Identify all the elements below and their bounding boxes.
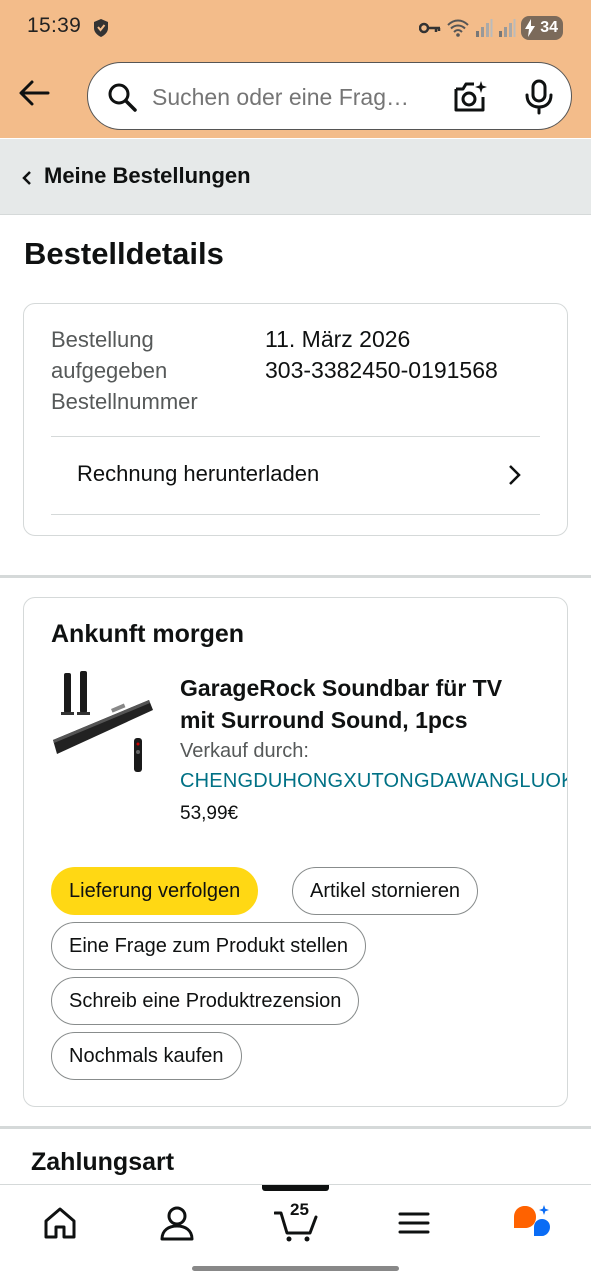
user-icon[interactable] <box>157 1203 197 1243</box>
order-placed-label: Bestellung aufgegeben Bestellnummer <box>51 324 198 417</box>
seller-link[interactable]: CHENGDUHONGXUTONGDAWANGLUOKEJI <box>180 770 567 793</box>
status-time: 15:39 <box>27 14 82 37</box>
search-input[interactable] <box>152 81 437 113</box>
ask-question-button[interactable]: Eine Frage zum Produkt stellen <box>51 922 367 970</box>
gesture-bar <box>192 1266 399 1271</box>
chevron-left-icon <box>22 171 31 185</box>
status-bar: 15:39 34 <box>0 0 591 56</box>
page-title: Bestelldetails <box>24 236 224 271</box>
order-placed-label-line2: aufgegeben <box>51 358 168 383</box>
divider <box>51 514 540 515</box>
microphone-icon[interactable] <box>522 79 556 115</box>
battery-indicator: 34 <box>521 16 563 40</box>
section-divider <box>0 1126 591 1129</box>
seller-label: Verkauf durch: <box>180 740 309 762</box>
cart-count-badge: 25 <box>290 1200 309 1219</box>
product-title[interactable]: GarageRock Soundbar für TV mit Surround … <box>180 672 540 736</box>
signal-icon-2 <box>499 19 516 37</box>
product-price: 53,99€ <box>180 803 239 824</box>
order-number: 303-3382450-0191568 <box>265 357 498 383</box>
download-invoice-row[interactable]: Rechnung herunterladen <box>24 437 567 515</box>
search-bar[interactable] <box>87 62 572 130</box>
shield-icon <box>94 19 108 37</box>
active-tab-indicator <box>262 1185 329 1191</box>
status-icons: 34 <box>419 15 563 41</box>
home-icon[interactable] <box>40 1203 80 1243</box>
breadcrumb-label[interactable]: Meine Bestellungen <box>44 163 251 189</box>
key-icon <box>419 22 441 34</box>
cancel-item-button[interactable]: Artikel stornieren <box>292 867 479 915</box>
payment-method-heading: Zahlungsart <box>31 1148 175 1176</box>
chevron-right-icon <box>509 465 521 485</box>
arrival-status: Ankunft morgen <box>51 620 245 648</box>
camera-search-icon[interactable] <box>452 79 488 115</box>
buy-again-button[interactable]: Nochmals kaufen <box>51 1032 242 1080</box>
signal-icon <box>476 19 493 37</box>
order-number-label: Bestellnummer <box>51 389 198 414</box>
shipment-card: Ankunft morgen GarageRock Soundbar für T… <box>23 597 568 1107</box>
order-placed-label-line1: Bestellung <box>51 327 154 352</box>
app-header: 15:39 34 Suchen oder eine Frag… <box>0 0 591 138</box>
write-review-button[interactable]: Schreib eine Produktrezension <box>51 977 360 1025</box>
product-image[interactable] <box>49 670 157 778</box>
section-divider <box>0 575 591 578</box>
wifi-icon <box>447 19 469 37</box>
battery-level: 34 <box>540 19 558 36</box>
rufus-assistant-icon[interactable] <box>510 1203 554 1243</box>
menu-icon[interactable] <box>394 1203 434 1243</box>
charging-bolt-icon <box>525 19 535 37</box>
download-invoice-label[interactable]: Rechnung herunterladen <box>77 461 319 487</box>
order-summary-card: Bestellung aufgegeben Bestellnummer 11. … <box>23 303 568 536</box>
order-date: 11. März 2026 <box>265 326 411 352</box>
back-arrow-icon[interactable] <box>16 75 52 111</box>
search-icon <box>108 83 137 112</box>
track-package-button[interactable]: Lieferung verfolgen <box>51 867 259 915</box>
breadcrumb[interactable]: Meine Bestellungen <box>0 139 591 215</box>
